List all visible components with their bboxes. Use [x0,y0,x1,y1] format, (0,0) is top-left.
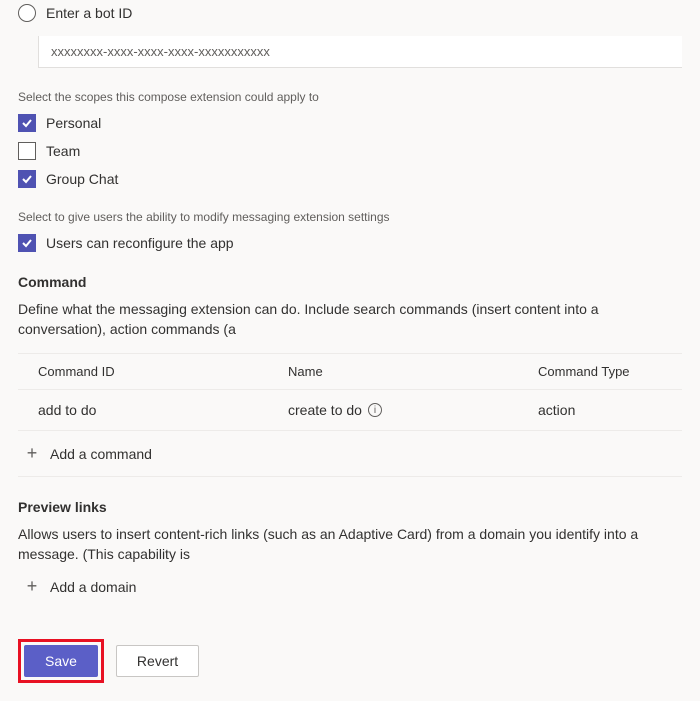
settings-reconfigure[interactable]: Users can reconfigure the app [18,234,682,252]
command-table: Command ID Name Command Type add to do c… [18,353,682,477]
command-description: Define what the messaging extension can … [18,300,682,339]
scope-label: Personal [46,115,101,131]
bot-id-radio-row[interactable]: Enter a bot ID [18,4,682,22]
bot-id-input[interactable]: xxxxxxxx-xxxx-xxxx-xxxx-xxxxxxxxxxx [38,36,682,68]
col-command-type: Command Type [518,354,682,389]
scope-label: Group Chat [46,171,118,187]
cell-name-text: create to do [288,402,362,418]
cell-command-id: add to do [18,390,268,430]
add-command-label: Add a command [50,446,152,462]
preview-heading: Preview links [18,499,682,515]
add-domain-button[interactable]: + Add a domain [18,564,682,609]
cell-name: create to do i [268,390,518,430]
scope-groupchat[interactable]: Group Chat [18,170,682,188]
scope-label: Team [46,143,80,159]
table-row[interactable]: add to do create to do i action [18,390,682,431]
checkbox-icon[interactable] [18,114,36,132]
plus-icon: + [24,576,40,597]
scopes-label: Select the scopes this compose extension… [18,90,682,104]
bot-id-value: xxxxxxxx-xxxx-xxxx-xxxx-xxxxxxxxxxx [51,44,270,59]
bot-id-radio-label: Enter a bot ID [46,5,132,21]
save-highlight: Save [18,639,104,683]
add-command-button[interactable]: + Add a command [18,431,682,477]
save-button[interactable]: Save [24,645,98,677]
radio-unchecked-icon[interactable] [18,4,36,22]
scope-team[interactable]: Team [18,142,682,160]
plus-icon: + [24,443,40,464]
col-name: Name [268,354,518,389]
checkbox-icon[interactable] [18,170,36,188]
revert-button[interactable]: Revert [116,645,199,677]
table-header: Command ID Name Command Type [18,353,682,390]
checkbox-icon[interactable] [18,142,36,160]
settings-label: Select to give users the ability to modi… [18,210,682,224]
footer-actions: Save Revert [18,639,682,683]
col-command-id: Command ID [18,354,268,389]
checkbox-icon[interactable] [18,234,36,252]
scope-personal[interactable]: Personal [18,114,682,132]
info-icon[interactable]: i [368,403,382,417]
cell-command-type: action [518,390,682,430]
settings-item-label: Users can reconfigure the app [46,235,234,251]
add-domain-label: Add a domain [50,579,136,595]
preview-description: Allows users to insert content-rich link… [18,525,682,564]
command-heading: Command [18,274,682,290]
